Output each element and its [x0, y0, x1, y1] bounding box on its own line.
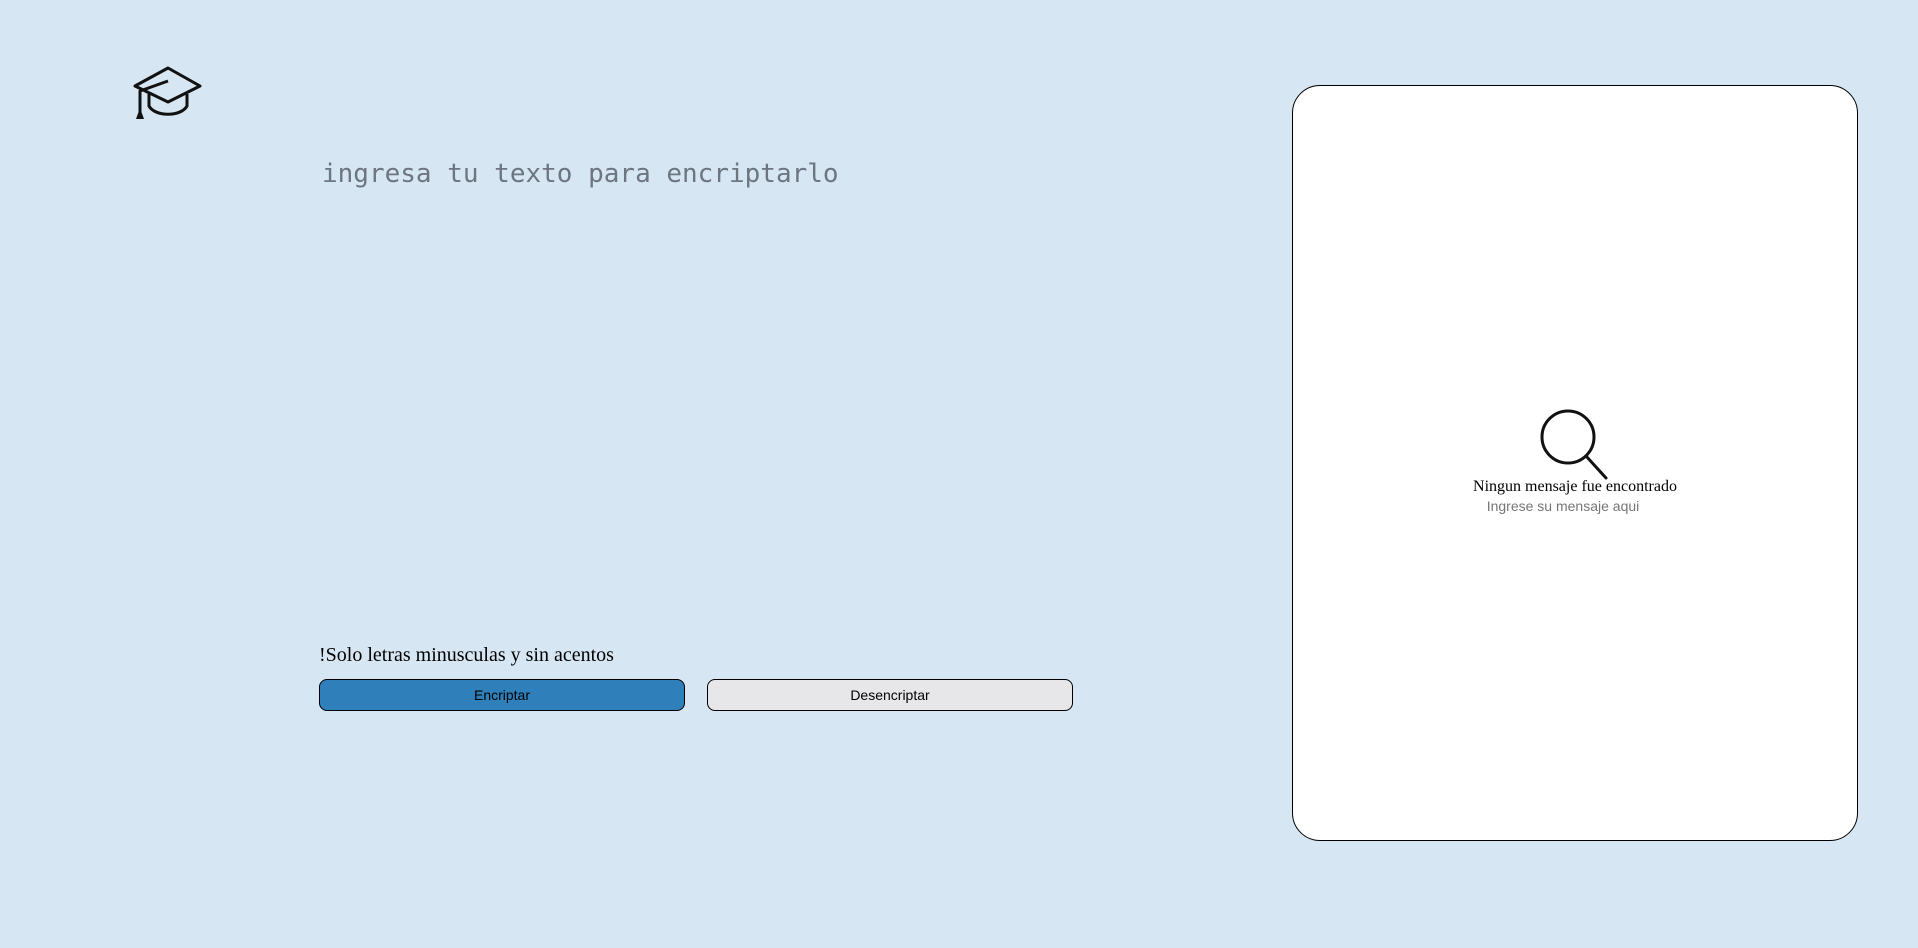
input-warning: !Solo letras minusculas y sin acentos [319, 644, 614, 666]
empty-result-title: Ningun mensaje fue encontrado [1473, 478, 1677, 495]
result-panel: Ningun mensaje fue encontrado Ingrese su… [1292, 85, 1858, 841]
decrypt-button[interactable]: Desencriptar [707, 679, 1073, 711]
empty-result-subtitle: Ingrese su mensaje aqui [1486, 498, 1640, 514]
encrypt-button[interactable]: Encriptar [319, 679, 685, 711]
search-icon [1540, 409, 1610, 481]
graduation-cap-icon [131, 63, 203, 121]
message-input[interactable] [318, 150, 1058, 630]
